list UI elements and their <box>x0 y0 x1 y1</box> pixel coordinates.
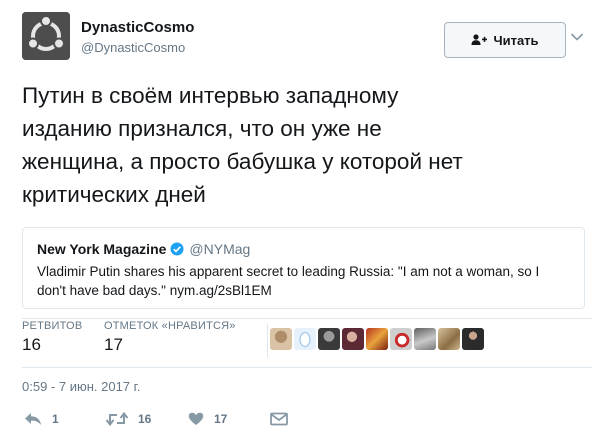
liker-avatar[interactable] <box>342 328 364 350</box>
retweet-stat[interactable]: РЕТВИТОВ 16 <box>22 320 82 355</box>
liker-avatar[interactable] <box>366 328 388 350</box>
retweet-stat-value: 16 <box>22 335 41 354</box>
author-screen-name[interactable]: @DynasticCosmo <box>81 40 185 55</box>
author-display-name[interactable]: DynasticCosmo <box>81 19 194 36</box>
envelope-icon <box>270 412 288 426</box>
quoted-tweet-text: Vladimir Putin shares his apparent secre… <box>37 262 577 300</box>
like-stat[interactable]: ОТМЕТОК «НРАВИТСЯ» 17 <box>104 320 236 355</box>
divider <box>22 318 592 319</box>
verified-badge-icon <box>170 242 184 256</box>
retweet-count: 16 <box>138 412 152 426</box>
quoted-author-handle: @NYMag <box>189 241 251 257</box>
retweet-stat-label: РЕТВИТОВ <box>22 320 83 332</box>
liker-avatar[interactable] <box>390 328 412 350</box>
direct-message-button[interactable] <box>270 412 288 426</box>
tweet-timestamp[interactable]: 0:59 - 7 июн. 2017 г. <box>22 379 140 394</box>
like-button[interactable]: 17 <box>188 412 227 426</box>
follow-button-label: Читать <box>493 32 539 48</box>
ubuntu-logo-icon <box>22 12 70 60</box>
liker-avatar[interactable] <box>414 328 436 350</box>
liker-avatar[interactable] <box>318 328 340 350</box>
retweet-icon <box>106 412 128 426</box>
avatar[interactable] <box>22 12 70 60</box>
liker-avatars <box>270 328 484 350</box>
quoted-text-line: Vladimir Putin shares his apparent secre… <box>37 264 540 279</box>
chevron-down-icon[interactable] <box>570 32 584 42</box>
tweet-text-line: Путин в своём интервью западному <box>22 83 399 108</box>
like-stat-label: ОТМЕТОК «НРАВИТСЯ» <box>104 320 236 332</box>
heart-icon <box>188 412 204 425</box>
add-user-icon <box>471 34 488 45</box>
liker-avatar[interactable] <box>270 328 292 350</box>
like-stat-value: 17 <box>104 335 123 354</box>
tweet-text-line: женщина, а просто бабушка у которой нет <box>22 149 463 174</box>
divider <box>22 367 592 368</box>
reply-count: 1 <box>52 412 59 426</box>
liker-avatar[interactable] <box>438 328 460 350</box>
tweet-text-line: критических дней <box>22 182 206 207</box>
tweet-text-line: изданию признался, что он уже не <box>22 116 382 141</box>
like-count: 17 <box>214 412 228 426</box>
retweet-button[interactable]: 16 <box>106 412 151 426</box>
quoted-tweet-header: New York Magazine @NYMag <box>37 241 250 257</box>
follow-button[interactable]: Читать <box>444 22 566 58</box>
quoted-tweet[interactable]: New York Magazine @NYMag Vladimir Putin … <box>22 227 585 309</box>
quoted-author-name: New York Magazine <box>37 241 167 257</box>
tweet-header: DynasticCosmo @DynasticCosmo Читать <box>22 12 592 62</box>
reply-icon <box>25 413 41 425</box>
quoted-text-line: don't have bad days." nym.ag/2sBl1EM <box>37 283 272 298</box>
reply-button[interactable]: 1 <box>24 412 59 426</box>
tweet-text: Путин в своём интервью западному изданию… <box>22 79 592 211</box>
liker-avatar[interactable] <box>462 328 484 350</box>
stat-divider <box>267 324 268 358</box>
liker-avatar[interactable] <box>294 328 316 350</box>
